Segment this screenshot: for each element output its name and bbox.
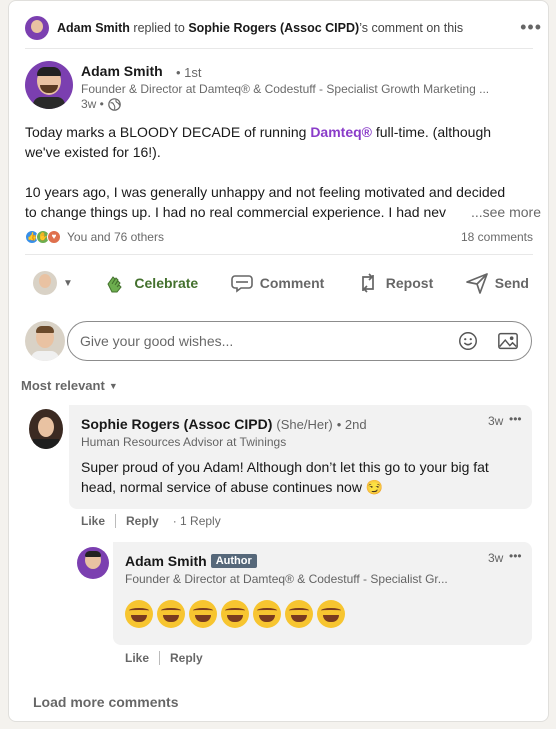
rofl-emoji-icon bbox=[221, 600, 249, 628]
celebrate-button[interactable]: Celebrate bbox=[104, 271, 198, 295]
post-text-line: full-time. (although bbox=[371, 124, 492, 140]
comment-input[interactable]: Give your good wishes... bbox=[67, 321, 532, 361]
comment-bubble: Sophie Rogers (Assoc CIPD) (She/Her) • 2… bbox=[69, 405, 532, 509]
post-text-line: to change things up. I had no real comme… bbox=[25, 204, 447, 220]
post-card: Adam Smith replied to Sophie Rogers (Ass… bbox=[8, 0, 549, 722]
separator bbox=[115, 514, 117, 528]
avatar[interactable] bbox=[25, 321, 65, 361]
comment-label: Comment bbox=[259, 275, 325, 291]
repost-label: Repost bbox=[385, 275, 434, 291]
post-text-line: we've existed for 16!). bbox=[25, 144, 161, 160]
rofl-emoji-icon bbox=[157, 600, 185, 628]
reply-more-icon[interactable]: ••• bbox=[509, 549, 522, 563]
actions-divider bbox=[25, 254, 533, 255]
activity-header: Adam Smith replied to Sophie Rogers (Ass… bbox=[25, 15, 533, 41]
sort-dropdown[interactable]: Most relevant ▼ bbox=[21, 378, 118, 393]
post-body: Today marks a BLOODY DECADE of running D… bbox=[25, 122, 541, 222]
reactions-count[interactable]: You and 76 others bbox=[67, 230, 164, 244]
separator bbox=[159, 651, 161, 665]
commenter-name[interactable]: Sophie Rogers (Assoc CIPD) bbox=[81, 416, 272, 432]
author-avatar[interactable] bbox=[25, 61, 73, 109]
avatar[interactable] bbox=[25, 16, 49, 40]
send-label: Send bbox=[494, 275, 529, 291]
rofl-emoji-icon bbox=[189, 600, 217, 628]
header-verb: replied to bbox=[129, 21, 189, 35]
author-headline: Founder & Director at Damteq® & Codestuf… bbox=[81, 82, 490, 96]
reply-author-avatar[interactable] bbox=[77, 547, 109, 579]
avatar bbox=[33, 271, 57, 295]
comment-time: 3w bbox=[488, 414, 504, 428]
header-suffix: ’s comment on this bbox=[359, 21, 464, 35]
see-more-link[interactable]: ...see more bbox=[464, 202, 541, 222]
author-name[interactable]: Adam Smith bbox=[81, 63, 163, 79]
header-target[interactable]: Sophie Rogers (Assoc CIPD) bbox=[188, 21, 359, 35]
reply-text bbox=[125, 600, 349, 628]
load-more-comments-button[interactable]: Load more comments bbox=[33, 694, 178, 710]
comment-actions: Like Reply · 1 Reply bbox=[81, 514, 221, 528]
commenter-pronouns: (She/Her) bbox=[276, 417, 333, 432]
brand-mention[interactable]: Damteq® bbox=[310, 124, 372, 140]
commenter-degree: • 2nd bbox=[336, 417, 367, 432]
comment-more-icon[interactable]: ••• bbox=[509, 412, 522, 426]
reply-time: 3w bbox=[488, 551, 504, 565]
replies-count[interactable]: · 1 Reply bbox=[173, 514, 221, 528]
rofl-emoji-icon bbox=[253, 600, 281, 628]
image-icon[interactable] bbox=[497, 330, 519, 352]
header-divider bbox=[25, 48, 533, 49]
caret-down-icon: ▼ bbox=[108, 380, 118, 391]
reply-button[interactable]: Reply bbox=[170, 651, 203, 665]
globe-icon bbox=[108, 97, 121, 111]
header-actor[interactable]: Adam Smith bbox=[57, 21, 130, 35]
rofl-emoji-icon bbox=[125, 600, 153, 628]
reply-bubble: Adam Smith Author 3w ••• Founder & Direc… bbox=[113, 542, 532, 645]
comment-text: Super proud of you Adam! Although don’t … bbox=[81, 459, 489, 495]
comment-icon bbox=[230, 271, 254, 295]
reply-author-name[interactable]: Adam Smith bbox=[125, 553, 207, 569]
send-icon bbox=[465, 271, 489, 295]
author-badge: Author bbox=[210, 554, 257, 568]
like-button[interactable]: Like bbox=[125, 651, 149, 665]
post-text-line: 10 years ago, I was generally unhappy an… bbox=[25, 184, 506, 200]
reaction-identity-button[interactable]: ▼ bbox=[33, 271, 73, 295]
like-button[interactable]: Like bbox=[81, 514, 105, 528]
social-counts: 👍 ✋ ♥ You and 76 others 18 comments bbox=[25, 227, 533, 247]
more-horizontal-icon[interactable]: ••• bbox=[520, 15, 542, 39]
author-degree: • 1st bbox=[176, 65, 202, 80]
reply-button[interactable]: Reply bbox=[126, 514, 159, 528]
celebrate-icon bbox=[104, 271, 128, 295]
commenter-avatar[interactable] bbox=[29, 409, 63, 449]
post-text-line: Today marks a BLOODY DECADE of running bbox=[25, 124, 311, 140]
comment-input-placeholder: Give your good wishes... bbox=[80, 333, 234, 349]
celebrate-label: Celebrate bbox=[134, 275, 199, 291]
rofl-emoji-icon bbox=[317, 600, 345, 628]
rofl-emoji-icon bbox=[285, 600, 313, 628]
comment-button[interactable]: Comment bbox=[230, 271, 325, 295]
send-button[interactable]: Send bbox=[465, 271, 529, 295]
post-time: 3w • bbox=[81, 97, 104, 111]
reply-actions: Like Reply bbox=[125, 651, 203, 665]
action-bar: ▼ Celebrate Comment Repost Send bbox=[25, 263, 533, 303]
commenter-headline: Human Resources Advisor at Twinings bbox=[81, 435, 287, 449]
reply-author-headline: Founder & Director at Damteq® & Codestuf… bbox=[125, 572, 448, 586]
love-reaction-icon: ♥ bbox=[47, 230, 61, 244]
chevron-down-icon: ▼ bbox=[63, 277, 73, 289]
emoji-icon[interactable] bbox=[457, 330, 479, 352]
sort-label: Most relevant bbox=[21, 378, 105, 393]
repost-button[interactable]: Repost bbox=[356, 271, 433, 295]
repost-icon bbox=[356, 271, 380, 295]
comments-count[interactable]: 18 comments bbox=[461, 230, 533, 244]
